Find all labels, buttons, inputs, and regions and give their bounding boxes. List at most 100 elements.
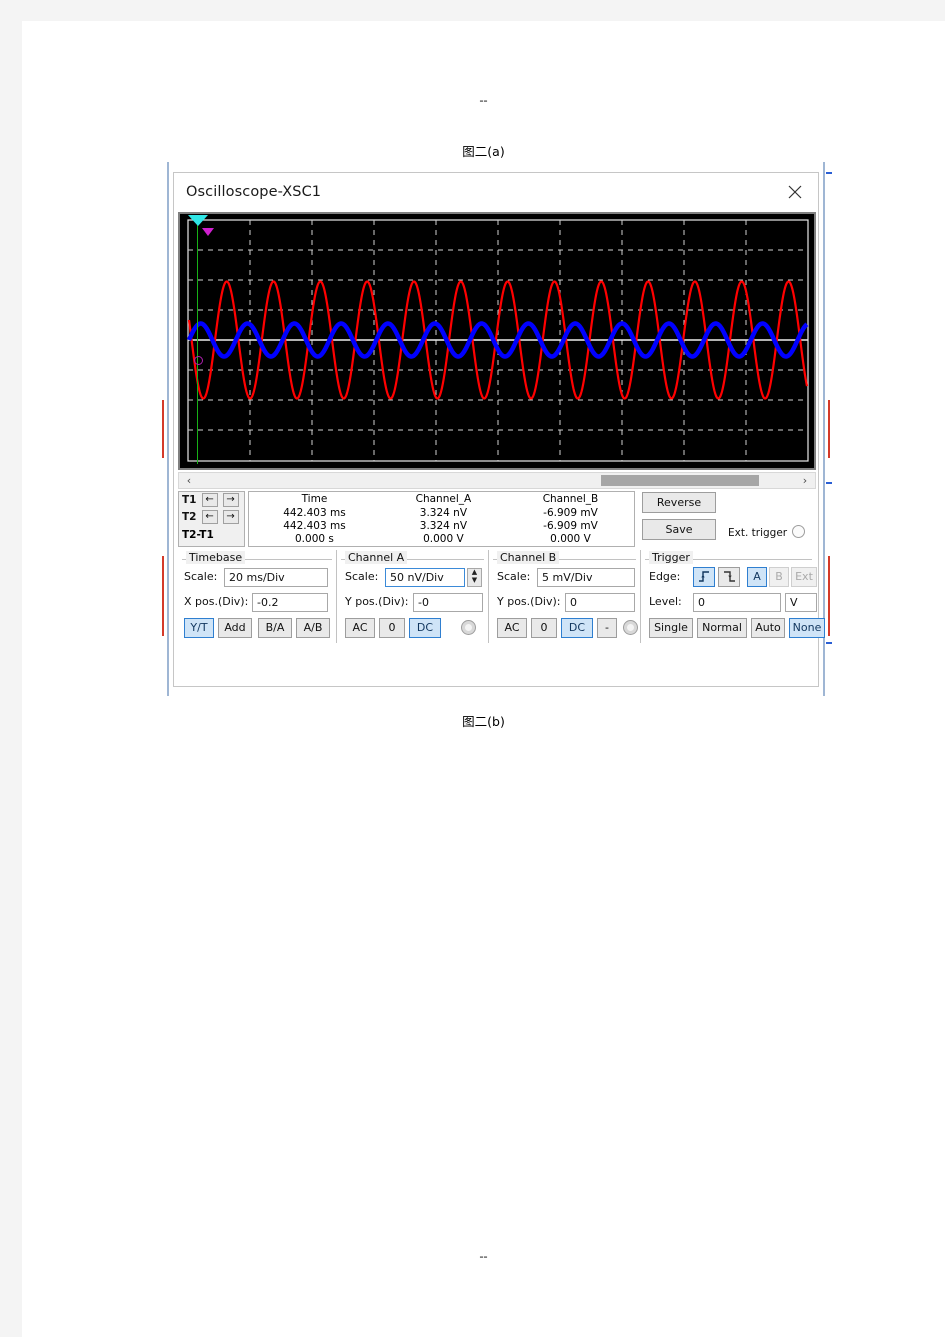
trigger-level-label: Level: [649, 595, 682, 608]
embedded-image-object[interactable]: Oscilloscope-XSC1 ‹ › T1 ← → T2 ← → T2-T… [150, 152, 842, 706]
channel-a-scale-row: Scale: 50 nV/Div ▲ ▼ [345, 568, 485, 588]
channel-a-ground-marker[interactable] [194, 356, 203, 365]
selection-tick-br [826, 642, 832, 644]
channel-b-coupling-dc[interactable]: DC [561, 618, 593, 638]
timebase-mode-yt[interactable]: Y/T [184, 618, 214, 638]
trigger-mode-none[interactable]: None [789, 618, 825, 638]
channel-b-invert-button[interactable]: - [597, 618, 617, 638]
cell-delta-time: 0.000 s [295, 532, 334, 545]
selection-handle-right-lower[interactable] [828, 556, 830, 636]
trigger-source-ext[interactable]: Ext [791, 567, 817, 587]
scope-screen-bezel [178, 212, 816, 470]
timebase-scale-input[interactable]: 20 ms/Div [224, 568, 328, 587]
scope-screen[interactable] [180, 214, 814, 468]
cell-t2-channel-b: -6.909 mV [543, 519, 598, 532]
ext-trigger-jack-icon[interactable] [792, 525, 805, 538]
channel-a-probe-jack-icon[interactable] [461, 620, 476, 635]
channel-b-scale-row: Scale: 5 mV/Div [497, 568, 637, 588]
channel-b-coupling-0[interactable]: 0 [531, 618, 557, 638]
selection-handle-right[interactable] [828, 400, 830, 458]
window-title-bar[interactable]: Oscilloscope-XSC1 [174, 173, 818, 212]
document-page: -- 图二(a) Oscilloscope-XSC1 ‹ › T1 ← → T2… [22, 21, 945, 1337]
scrollbar-thumb[interactable] [601, 475, 759, 486]
save-button[interactable]: Save [642, 519, 716, 540]
cursor-delta-label: T2-T1 [182, 529, 214, 541]
channel-b-scale-input[interactable]: 5 mV/Div [537, 568, 635, 587]
stepper-down-icon[interactable]: ▼ [468, 577, 481, 585]
table-header-row: Time Channel_A Channel_B [249, 492, 634, 506]
trigger-level-row: Level: 0 V [649, 593, 817, 613]
panel-trigger: Trigger Edge: A B Ext Level: 0 V Single … [640, 550, 825, 643]
trigger-mode-normal[interactable]: Normal [697, 618, 747, 638]
timebase-mode-ba[interactable]: B/A [258, 618, 292, 638]
readout-row: T1 ← → T2 ← → T2-T1 Time Channel_A Chann… [178, 491, 816, 547]
channel-b-probe-jack-icon[interactable] [623, 620, 638, 635]
panel-trigger-title: Trigger [649, 551, 693, 564]
trigger-source-a[interactable]: A [747, 567, 767, 587]
cell-t2-time: 442.403 ms [283, 519, 346, 532]
channel-a-coupling-ac[interactable]: AC [345, 618, 375, 638]
channel-a-scale-stepper[interactable]: ▲ ▼ [467, 568, 482, 587]
timebase-mode-add[interactable]: Add [218, 618, 252, 638]
timebase-xpos-row: X pos.(Div): -0.2 [184, 593, 330, 613]
waveform-plot [186, 219, 809, 462]
page-dash-bottom: -- [479, 1249, 488, 1263]
cell-t1-channel-b: -6.909 mV [543, 506, 598, 519]
cursor-t1-right-button[interactable]: → [222, 493, 239, 507]
cell-t2-channel-a: 3.324 nV [419, 519, 468, 532]
window-title: Oscilloscope-XSC1 [186, 184, 322, 200]
trigger-edge-row: Edge: A B Ext [649, 567, 817, 588]
channel-b-scale-label: Scale: [497, 570, 531, 583]
channel-a-coupling-dc[interactable]: DC [409, 618, 441, 638]
channel-b-ypos-label: Y pos.(Div): [497, 595, 561, 608]
cursor-t1-left-button[interactable]: ← [201, 493, 218, 507]
cursor-t2-left-button[interactable]: ← [201, 510, 218, 524]
timebase-xpos-label: X pos.(Div): [184, 595, 249, 608]
cell-t1-channel-a: 3.324 nV [419, 506, 468, 519]
channel-b-coupling-ac[interactable]: AC [497, 618, 527, 638]
selection-tick-tr [826, 172, 832, 174]
trigger-edge-label: Edge: [649, 570, 681, 583]
cursor-t1-row: T1 ← → [179, 492, 244, 509]
channel-a-ypos-label: Y pos.(Div): [345, 595, 409, 608]
channel-b-ypos-row: Y pos.(Div): 0 [497, 593, 637, 613]
header-channel-a: Channel_A [415, 493, 472, 505]
trigger-level-unit[interactable]: V [785, 593, 817, 612]
scroll-left-arrow-icon[interactable]: ‹ [181, 473, 197, 488]
selection-tick-mr [826, 482, 832, 484]
channel-a-ypos-input[interactable]: -0 [413, 593, 483, 612]
timebase-xpos-input[interactable]: -0.2 [252, 593, 328, 612]
cell-t1-time: 442.403 ms [283, 506, 346, 519]
panel-timebase: Timebase Scale: 20 ms/Div X pos.(Div): -… [178, 550, 336, 643]
cursor-t2-right-button[interactable]: → [222, 510, 239, 524]
trigger-source-b[interactable]: B [769, 567, 789, 587]
trigger-mode-single[interactable]: Single [649, 618, 693, 638]
trigger-level-input[interactable]: 0 [693, 593, 781, 612]
header-time: Time [301, 493, 328, 505]
trigger-mode-auto[interactable]: Auto [751, 618, 785, 638]
control-panels: Timebase Scale: 20 ms/Div X pos.(Div): -… [178, 550, 825, 643]
channel-a-scale-input[interactable]: 50 nV/Div [385, 568, 465, 587]
timebase-scale-row: Scale: 20 ms/Div [184, 568, 330, 588]
side-buttons-group: Reverse Save Ext. trigger [640, 491, 816, 547]
ext-trigger-label: Ext. trigger [728, 527, 788, 539]
timebase-mode-ab[interactable]: A/B [296, 618, 330, 638]
table-row: 0.000 s 0.000 V 0.000 V [249, 532, 634, 545]
selection-handle-left-lower[interactable] [162, 556, 164, 636]
selection-handle-left[interactable] [162, 400, 164, 458]
channel-a-scale-label: Scale: [345, 570, 379, 583]
oscilloscope-window: Oscilloscope-XSC1 ‹ › T1 ← → T2 ← → T2-T… [173, 172, 825, 687]
reverse-button[interactable]: Reverse [642, 492, 716, 513]
cursor-t2-row: T2 ← → [179, 509, 244, 526]
scroll-right-arrow-icon[interactable]: › [797, 473, 813, 488]
falling-edge-icon[interactable] [718, 567, 740, 587]
screen-horizontal-scrollbar[interactable]: ‹ › [178, 472, 816, 489]
channel-a-ypos-row: Y pos.(Div): -0 [345, 593, 485, 613]
close-icon[interactable] [780, 179, 810, 205]
table-row: 442.403 ms 3.324 nV -6.909 mV [249, 519, 634, 532]
cell-delta-channel-b: 0.000 V [550, 532, 591, 545]
channel-b-ypos-input[interactable]: 0 [565, 593, 635, 612]
rising-edge-icon[interactable] [693, 567, 715, 587]
channel-a-coupling-0[interactable]: 0 [379, 618, 405, 638]
cursor-control-box: T1 ← → T2 ← → T2-T1 [178, 491, 245, 547]
